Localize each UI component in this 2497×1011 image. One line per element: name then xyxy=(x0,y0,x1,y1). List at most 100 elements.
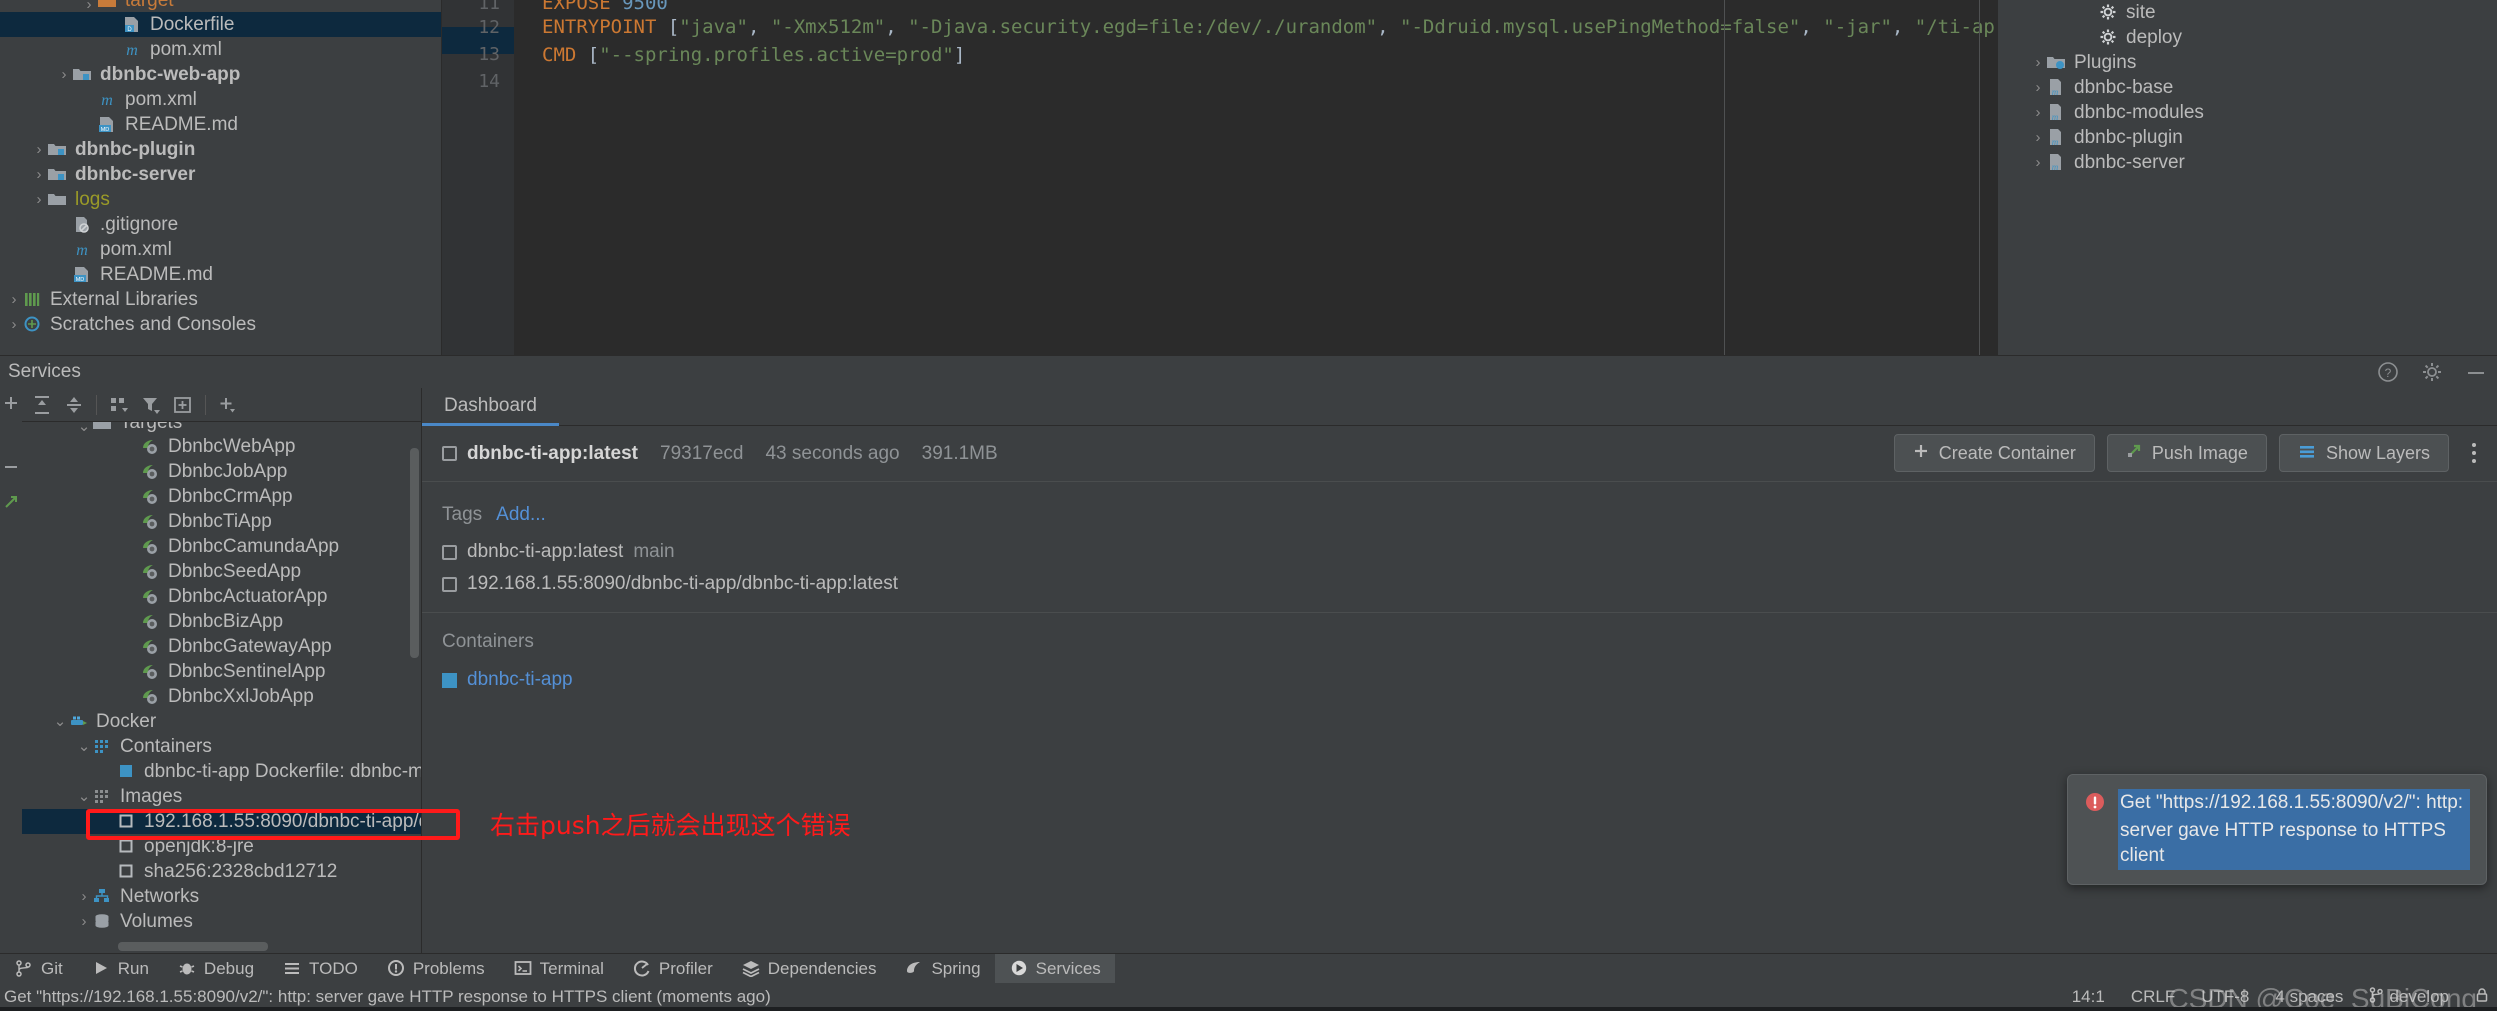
tree-row[interactable]: ›DbnbcTiApp xyxy=(22,509,421,534)
tree-row[interactable]: ›MDREADME.md xyxy=(0,112,441,137)
indent-setting[interactable]: 4 spaces xyxy=(2275,987,2343,1007)
maven-tree[interactable]: ›site›deploy›Plugins›mdbnbc-base›mdbnbc-… xyxy=(1998,0,2497,175)
tree-row[interactable]: ›logs xyxy=(0,187,441,212)
expand-arrow-icon[interactable]: › xyxy=(2030,130,2046,145)
tree-row[interactable]: ›target xyxy=(0,0,441,12)
tree-row[interactable]: ›Networks xyxy=(22,884,421,909)
tree-row[interactable]: ›openjdk:8-jre xyxy=(22,834,421,859)
project-tree[interactable]: ›target›DDockerfile›mpom.xml›dbnbc-web-a… xyxy=(0,0,441,337)
maven-tool-window[interactable]: ›site›deploy›Plugins›mdbnbc-base›mdbnbc-… xyxy=(1997,0,2497,355)
tree-row[interactable]: ›DbnbcGatewayApp xyxy=(22,634,421,659)
more-actions-icon[interactable] xyxy=(2461,434,2487,472)
tag-checkbox[interactable] xyxy=(442,545,457,560)
expand-arrow-icon[interactable]: › xyxy=(2030,80,2046,95)
services-tree-hscrollbar[interactable] xyxy=(118,942,268,951)
tree-row[interactable]: ›DbnbcWebApp xyxy=(22,434,421,459)
tree-row[interactable]: ›MDREADME.md xyxy=(0,262,441,287)
collapse-arrow-icon[interactable]: ⌄ xyxy=(76,739,92,754)
code-line[interactable]: 14 xyxy=(442,68,1996,95)
file-encoding[interactable]: UTF-8 xyxy=(2201,987,2249,1007)
lock-icon[interactable] xyxy=(2475,987,2489,1008)
collapse-arrow-icon[interactable]: ⌄ xyxy=(76,422,92,434)
rail-expand-icon[interactable] xyxy=(2,493,20,511)
tree-row[interactable]: ›DbnbcSentinelApp xyxy=(22,659,421,684)
caret-position[interactable]: 14:1 xyxy=(2072,987,2105,1007)
group-by-icon[interactable] xyxy=(103,390,135,420)
tree-row[interactable]: ›dbnbc-plugin xyxy=(0,137,441,162)
add-tab-icon[interactable] xyxy=(167,390,199,420)
tree-row[interactable]: ›mdbnbc-modules xyxy=(1998,100,2497,125)
code-text[interactable]: CMD ["--spring.profiles.active=prod"] xyxy=(514,44,965,66)
bottom-tab-todo[interactable]: TODO xyxy=(268,954,372,984)
tag-row[interactable]: dbnbc-ti-app:latestmain xyxy=(442,536,2477,568)
tree-row[interactable]: ›DbnbcSeedApp xyxy=(22,559,421,584)
tree-row[interactable]: ›192.168.1.55:8090/dbnbc-ti-app/dbnbc xyxy=(22,809,421,834)
expand-arrow-icon[interactable]: › xyxy=(31,192,47,207)
tree-row[interactable]: ›External Libraries xyxy=(0,287,441,312)
code-text[interactable]: EXPOSE 9500 xyxy=(514,0,668,14)
tree-row[interactable]: ›mpom.xml xyxy=(0,87,441,112)
tree-row[interactable]: ›dbnbc-ti-app Dockerfile: dbnbc-module xyxy=(22,759,421,784)
code-line[interactable]: 12ENTRYPOINT ["java", "-Xmx512m", "-Djav… xyxy=(442,14,1996,41)
tree-row[interactable]: ›DbnbcBizApp xyxy=(22,609,421,634)
expand-arrow-icon[interactable]: › xyxy=(2030,155,2046,170)
rail-add-icon[interactable] xyxy=(2,394,20,412)
bottom-tab-run[interactable]: Run xyxy=(77,954,163,984)
tree-row[interactable]: ›mpom.xml xyxy=(0,37,441,62)
expand-arrow-icon[interactable]: › xyxy=(31,142,47,157)
tree-row[interactable]: ›DDockerfile xyxy=(0,12,441,37)
tree-row[interactable]: ›dbnbc-server xyxy=(0,162,441,187)
tree-row[interactable]: ⌄Images xyxy=(22,784,421,809)
tree-row[interactable]: ›DbnbcJobApp xyxy=(22,459,421,484)
tool-window-tabs[interactable]: GitRunDebugTODOProblemsTerminalProfilerD… xyxy=(0,953,2497,983)
bottom-tab-profiler[interactable]: Profiler xyxy=(618,954,727,984)
tree-row[interactable]: ›mdbnbc-server xyxy=(1998,150,2497,175)
expand-arrow-icon[interactable]: › xyxy=(76,889,92,904)
services-tree-scrollbar[interactable] xyxy=(410,448,419,658)
code-line[interactable]: 11EXPOSE 9500 xyxy=(442,0,1996,14)
filter-icon[interactable] xyxy=(135,390,167,420)
code-line[interactable]: 13CMD ["--spring.profiles.active=prod"] xyxy=(442,41,1996,68)
rail-remove-icon[interactable] xyxy=(2,458,20,476)
tree-row[interactable]: ›DbnbcXxlJobApp xyxy=(22,684,421,709)
bottom-tab-dependencies[interactable]: Dependencies xyxy=(727,954,891,984)
tree-row[interactable]: ⌄Containers xyxy=(22,734,421,759)
push-image-button[interactable]: Push Image xyxy=(2107,434,2267,472)
code-lines[interactable]: 11EXPOSE 950012ENTRYPOINT ["java", "-Xmx… xyxy=(442,0,1996,95)
project-tool-window[interactable]: ›target›DDockerfile›mpom.xml›dbnbc-web-a… xyxy=(0,0,442,355)
image-checkbox[interactable] xyxy=(442,446,457,461)
add-tag-link[interactable]: Add... xyxy=(496,504,546,526)
git-branch-widget[interactable]: develop xyxy=(2369,987,2449,1008)
collapse-all-icon[interactable] xyxy=(58,390,90,420)
expand-arrow-icon[interactable]: › xyxy=(56,67,72,82)
tree-row[interactable]: ›site xyxy=(1998,0,2497,25)
container-name[interactable]: dbnbc-ti-app xyxy=(467,669,573,691)
dashboard-tabs[interactable]: Dashboard xyxy=(422,388,2497,426)
tree-row[interactable]: ›mpom.xml xyxy=(0,237,441,262)
bottom-tab-git[interactable]: Git xyxy=(0,954,77,984)
container-list[interactable]: dbnbc-ti-app xyxy=(442,663,2477,697)
tree-row[interactable]: ›.gitignore xyxy=(0,212,441,237)
tree-row[interactable]: ›dbnbc-web-app xyxy=(0,62,441,87)
bottom-tab-terminal[interactable]: Terminal xyxy=(499,954,618,984)
expand-arrow-icon[interactable]: › xyxy=(81,0,97,12)
bottom-tab-spring[interactable]: Spring xyxy=(890,954,994,984)
tree-row[interactable]: ›mdbnbc-base xyxy=(1998,75,2497,100)
tree-row[interactable]: ›DbnbcCamundaApp xyxy=(22,534,421,559)
collapse-arrow-icon[interactable]: ⌄ xyxy=(76,789,92,804)
tree-row[interactable]: ⌄Docker xyxy=(22,709,421,734)
bottom-tab-debug[interactable]: Debug xyxy=(163,954,268,984)
tag-row[interactable]: 192.168.1.55:8090/dbnbc-ti-app/dbnbc-ti-… xyxy=(442,568,2477,600)
gear-icon[interactable] xyxy=(2421,361,2443,383)
tab-dashboard[interactable]: Dashboard xyxy=(422,395,559,425)
tree-row[interactable]: ›Volumes xyxy=(22,909,421,934)
tree-row[interactable]: ⌄Targets xyxy=(22,422,421,434)
expand-arrow-icon[interactable]: › xyxy=(2030,55,2046,70)
minimize-icon[interactable] xyxy=(2465,361,2487,383)
create-container-button[interactable]: Create Container xyxy=(1894,434,2095,472)
error-balloon[interactable]: Get "https://192.168.1.55:8090/v2/": htt… xyxy=(2067,774,2487,885)
tree-row[interactable]: ›sha256:2328cbd12712 xyxy=(22,859,421,884)
tree-row[interactable]: ›Plugins xyxy=(1998,50,2497,75)
container-row[interactable]: dbnbc-ti-app xyxy=(442,663,2477,697)
tag-checkbox[interactable] xyxy=(442,577,457,592)
